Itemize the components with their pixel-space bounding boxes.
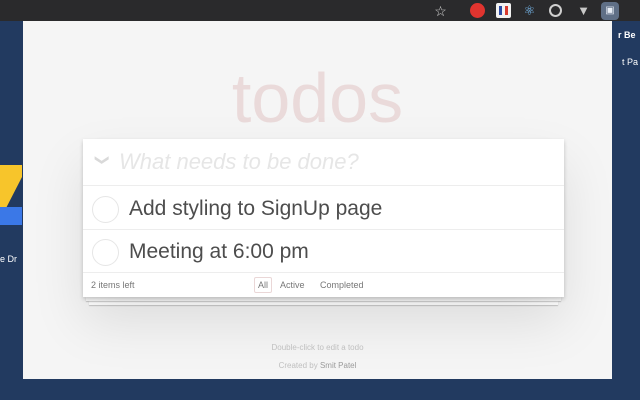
todo-card: ❯ Add styling to SignUp page Meeting at … (83, 139, 564, 297)
desktop-icon-label[interactable]: r Be (618, 30, 636, 40)
filter-active-link[interactable]: Active (280, 280, 305, 290)
extension-target-icon[interactable] (549, 4, 562, 17)
credit-prefix: Created by (278, 361, 320, 370)
todo-complete-checkbox[interactable] (92, 196, 119, 223)
todo-item[interactable]: Meeting at 6:00 pm (83, 230, 564, 273)
todo-app-window: todos ❯ Add styling to SignUp page Meeti… (23, 21, 612, 379)
bookmark-star-icon[interactable]: ☆ (433, 3, 448, 18)
items-left-count: 2 items left (91, 280, 135, 290)
todo-footer: 2 items left All Active Completed (83, 273, 564, 297)
vue-devtools-icon[interactable]: ▼ (576, 3, 591, 18)
new-todo-row: ❯ (83, 139, 564, 186)
filter-completed-link[interactable]: Completed (320, 280, 364, 290)
app-title: todos (231, 59, 404, 137)
extension-flag-icon[interactable] (496, 3, 511, 18)
extension-profile-icon[interactable]: ▣ (601, 2, 619, 20)
desktop-drive-icon[interactable] (0, 165, 22, 245)
react-devtools-icon[interactable]: ⚛ (522, 3, 537, 18)
todo-complete-checkbox[interactable] (92, 239, 119, 266)
edit-hint: Double-click to edit a todo (271, 343, 364, 352)
browser-toolbar: ☆ ⚛ ▼ ▣ (0, 0, 640, 21)
todo-label[interactable]: Meeting at 6:00 pm (129, 238, 309, 266)
new-todo-input[interactable] (119, 147, 549, 177)
desktop-icon-label[interactable]: e Dr (0, 254, 17, 264)
filter-all-link[interactable]: All (254, 277, 273, 293)
credit-author-link[interactable]: Smit Patel (320, 361, 356, 370)
card-stack-shadow (86, 297, 561, 301)
todo-item[interactable]: Add styling to SignUp page (83, 187, 564, 230)
card-stack-shadow (89, 301, 558, 305)
credit-line: Created by Smit Patel (23, 361, 612, 370)
desktop-icon-label[interactable]: t Pa (622, 57, 638, 67)
extension-red-icon[interactable] (470, 3, 485, 18)
toggle-all-chevron-icon[interactable]: ❯ (95, 152, 111, 168)
todo-label[interactable]: Add styling to SignUp page (129, 195, 382, 223)
